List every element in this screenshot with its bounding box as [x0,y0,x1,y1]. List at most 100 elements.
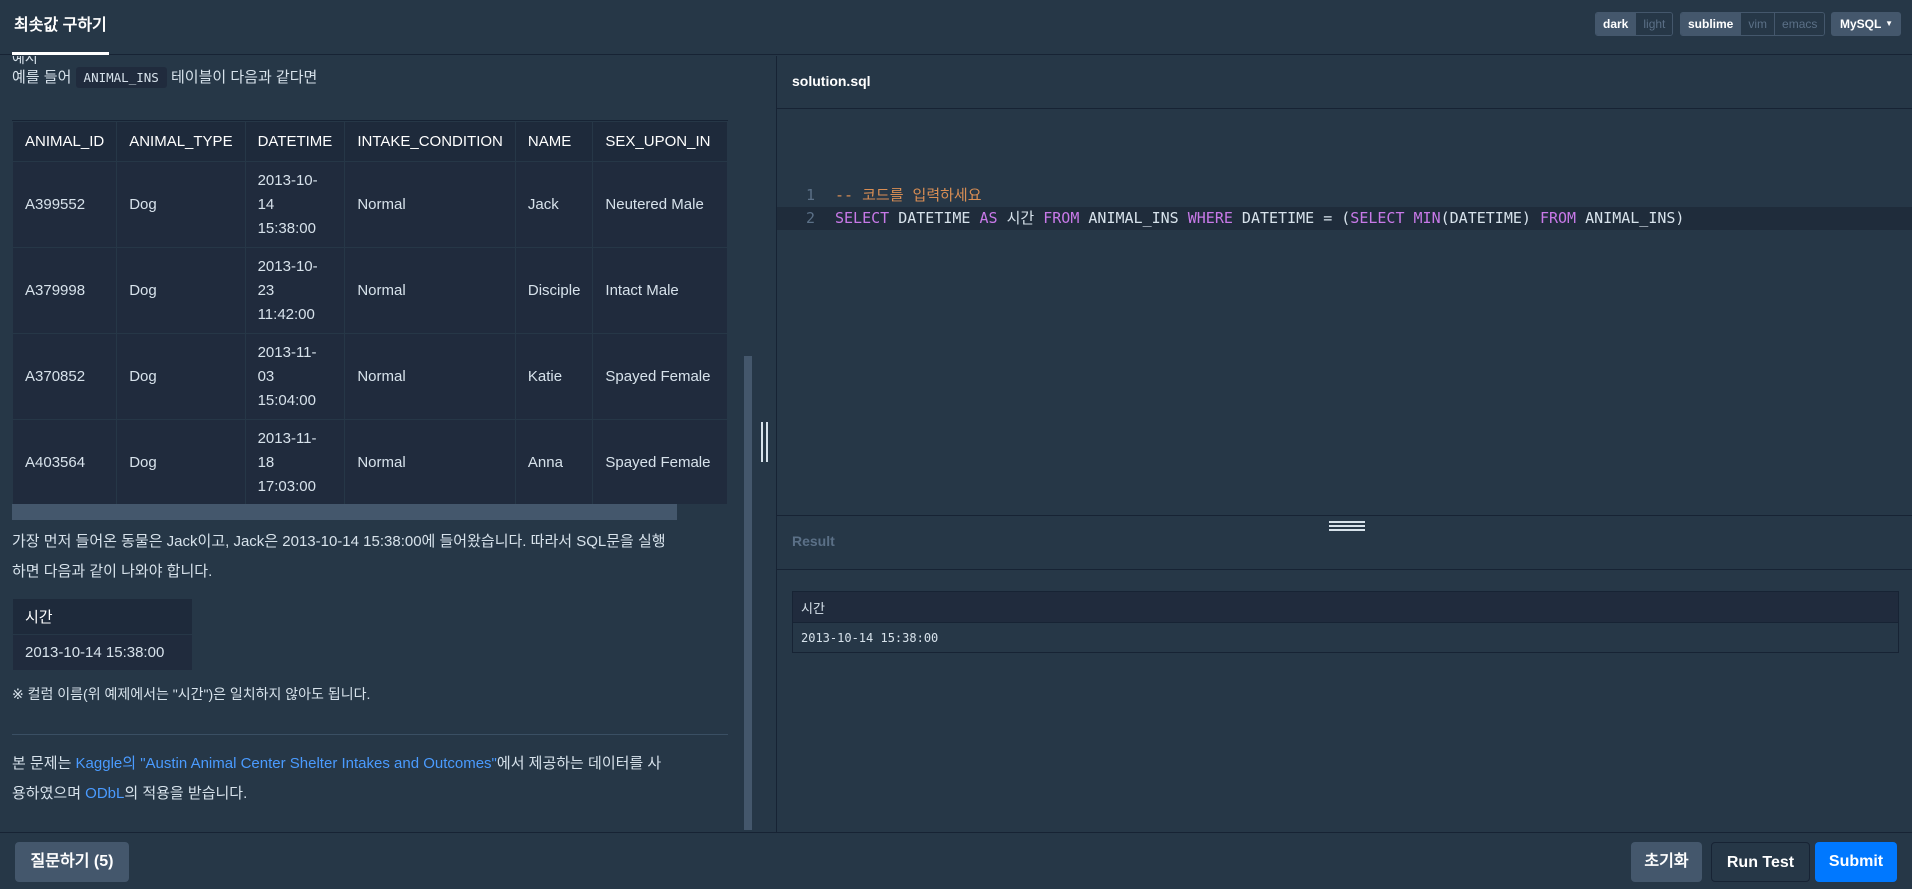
keymap-vim-option[interactable]: vim [1741,13,1776,35]
sql-token: ANIMAL_INS [1079,209,1188,227]
table-cell: Dog [116,247,246,334]
submit-button[interactable]: Submit [1815,842,1897,882]
table-cell: 2013-10-14 15:38:00 [244,161,346,248]
example-table-container[interactable]: ANIMAL_ID ANIMAL_TYPE DATETIME INTAKE_CO… [12,120,728,506]
intro-text: 예를 들어 ANIMAL_INS 테이블이 다음과 같다면 [12,64,317,92]
ask-question-button[interactable]: 질문하기 (5) [15,842,129,882]
panel-resize-handle[interactable] [758,422,770,462]
table-cell: Neutered Male [592,161,728,248]
table-name-code: ANIMAL_INS [75,67,167,88]
table-cell: A399552 [12,161,118,248]
explanation-text: 가장 먼저 들어온 동물은 Jack이고, Jack은 2013-10-14 1… [12,528,728,586]
sql-token: DATETIME = ( [1232,209,1351,227]
table-cell: A403564 [12,419,118,506]
intro-suffix: 테이블이 다음과 같다면 [166,69,318,86]
table-cell: Normal [344,247,516,334]
table-cell: Normal [344,161,516,248]
table-cell: Katie [514,333,594,420]
table-row: A399552 Dog 2013-10-14 15:38:00 Normal J… [12,161,728,248]
column-header: ANIMAL_TYPE [116,121,246,162]
result-table: 시간 2013-10-14 15:38:00 [792,591,1899,653]
section-divider [12,734,728,735]
sql-keyword: SELECT [1350,209,1405,227]
horizontal-resize-handle[interactable] [1329,521,1365,531]
expected-column-header: 시간 [12,598,193,635]
table-horizontal-scrollbar[interactable] [12,504,728,520]
column-header: SEX_UPON_IN [592,121,728,162]
editor-panel: solution.sql 1 -- 코드를 입력하세요 2 SELECT DAT… [776,56,1912,832]
line-number: 2 [805,209,815,227]
result-header-divider [777,569,1912,570]
column-name-note: ※ 컬럼 이름(위 예제에서는 "시간")은 일치하지 않아도 됩니다. [12,686,371,702]
table-cell: Spayed Female [592,333,728,420]
table-row: A370852 Dog 2013-11-03 15:04:00 Normal K… [12,333,728,420]
line-number: 1 [805,186,815,204]
license-line2-prefix: 용하였으며 [12,785,86,802]
theme-dark-option[interactable]: dark [1596,13,1637,35]
table-cell: Disciple [514,247,594,334]
table-cell: Normal [344,333,516,420]
sql-token: ANIMAL_INS) [1576,209,1685,227]
kaggle-dataset-link[interactable]: Kaggle의 "Austin Animal Center Shelter In… [76,755,497,772]
license-suffix: 의 적용을 받습니다. [124,785,248,802]
sql-keyword: SELECT [835,209,890,227]
table-cell: A379998 [12,247,118,334]
grip-line [1329,525,1365,527]
theme-toggle: dark light [1595,12,1674,36]
code-line[interactable]: 1 -- 코드를 입력하세요 [777,184,1912,207]
sql-keyword: FROM [1539,209,1577,227]
explanation-line: 가장 먼저 들어온 동물은 Jack이고, Jack은 2013-10-14 1… [12,533,666,550]
problem-title-tab[interactable]: 최솟값 구하기 [12,0,109,55]
editor-result-divider [777,515,1912,516]
file-name-label: solution.sql [792,73,871,89]
table-cell: Anna [514,419,594,506]
expected-result-table: 시간 2013-10-14 15:38:00 [12,598,193,671]
table-row: A379998 Dog 2013-10-23 11:42:00 Normal D… [12,247,728,334]
keymap-toggle: sublime vim emacs [1680,12,1826,36]
code-line-active[interactable]: 2 SELECT DATETIME AS 시간 FROM ANIMAL_INS … [777,207,1912,230]
sql-token: (DATETIME) [1440,209,1540,227]
table-header-row: ANIMAL_ID ANIMAL_TYPE DATETIME INTAKE_CO… [12,121,728,162]
table-cell: Dog [116,419,246,506]
table-cell: A370852 [12,333,118,420]
table-cell: Normal [344,419,516,506]
expected-value-cell: 2013-10-14 15:38:00 [12,634,193,671]
keymap-emacs-option[interactable]: emacs [1775,13,1825,35]
language-select-label: MySQL [1840,17,1882,31]
odbl-link[interactable]: ODbL [85,785,124,802]
column-header: NAME [514,121,594,162]
description-vertical-scrollbar[interactable] [744,356,752,830]
language-select[interactable]: MySQL ▼ [1831,12,1901,36]
table-row: A403564 Dog 2013-11-18 17:03:00 Normal A… [12,419,728,506]
keymap-sublime-option[interactable]: sublime [1681,13,1742,35]
example-table: ANIMAL_ID ANIMAL_TYPE DATETIME INTAKE_CO… [12,121,728,506]
table-cell: Dog [116,161,246,248]
sql-token: DATETIME [889,209,980,227]
table-cell: Jack [514,161,594,248]
grip-line [1329,529,1365,531]
caret-down-icon: ▼ [1885,19,1893,28]
intro-prefix: 예를 들어 [12,69,76,86]
code-sql-statement: SELECT DATETIME AS 시간 FROM ANIMAL_INS WH… [835,207,1684,230]
code-editor[interactable]: 1 -- 코드를 입력하세요 2 SELECT DATETIME AS 시간 F… [777,108,1912,515]
top-header: 최솟값 구하기 dark light sublime vim emacs MyS… [0,0,1912,55]
theme-light-option[interactable]: light [1636,13,1673,35]
table-cell: 2013-11-03 15:04:00 [244,333,346,420]
grip-line [1329,521,1365,523]
result-column-header: 시간 [792,591,1899,623]
sql-keyword: AS [979,209,998,227]
scrollbar-thumb[interactable] [12,504,677,520]
column-header: DATETIME [244,121,346,162]
result-label: Result [792,533,835,549]
run-test-button[interactable]: Run Test [1711,842,1810,882]
problem-description-panel[interactable]: 예시 예를 들어 ANIMAL_INS 테이블이 다음과 같다면 ANIMAL_… [0,56,750,832]
resize-grip-line [761,422,763,462]
result-cell: 2013-10-14 15:38:00 [792,622,1899,653]
column-header: INTAKE_CONDITION [344,121,516,162]
reset-button[interactable]: 초기화 [1631,842,1702,882]
code-comment: -- 코드를 입력하세요 [835,186,982,204]
license-mid: 에서 제공하는 데이터를 사 [496,755,662,772]
bottom-action-bar: 질문하기 (5) 초기화 Run Test Submit [0,832,1912,889]
explanation-line: 하면 다음과 같이 나와야 합니다. [12,563,213,580]
